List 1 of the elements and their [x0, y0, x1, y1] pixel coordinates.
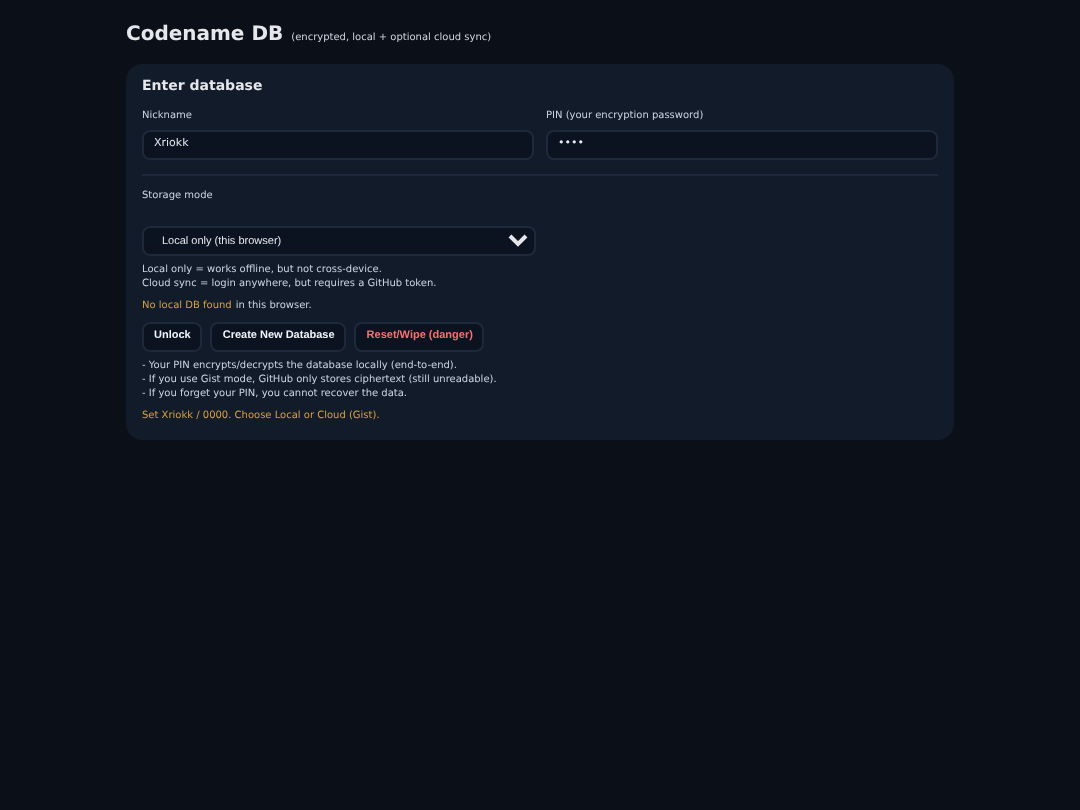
page-title: Codename DB [126, 22, 284, 50]
